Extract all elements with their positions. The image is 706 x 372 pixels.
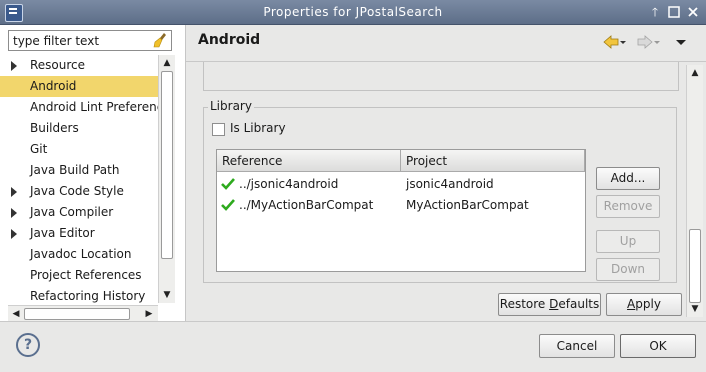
project-cell: jsonic4android <box>406 177 494 191</box>
scroll-down-arrow-icon[interactable]: ▼ <box>689 303 701 315</box>
close-icon[interactable] <box>685 4 701 20</box>
help-icon[interactable]: ? <box>16 333 40 357</box>
project-cell: MyActionBarCompat <box>406 198 529 212</box>
table-row[interactable]: ../jsonic4android jsonic4android <box>217 174 585 195</box>
tree-horizontal-scrollbar[interactable]: ◀ ▶ <box>8 305 158 322</box>
tree-item-android[interactable]: Android <box>0 76 158 97</box>
window-title: Properties for JPostalSearch <box>263 5 443 19</box>
tree-item-resource[interactable]: Resource <box>0 55 158 76</box>
expand-arrow-icon[interactable] <box>11 208 17 218</box>
scroll-right-arrow-icon[interactable]: ▶ <box>143 308 155 320</box>
is-library-label[interactable]: Is Library <box>230 121 286 135</box>
filter-input[interactable] <box>8 30 172 51</box>
tree-item-git[interactable]: Git <box>0 139 158 160</box>
library-group-label: Library <box>208 99 254 113</box>
tree-item-android-lint-preferences[interactable]: Android Lint Preferences <box>0 97 158 118</box>
view-menu-icon[interactable] <box>676 40 686 45</box>
title-bar: Properties for JPostalSearch 🡑 <box>0 0 706 25</box>
back-icon[interactable] <box>603 35 619 49</box>
down-button[interactable]: Down <box>596 258 660 281</box>
library-group: Library Is Library Reference Project ../… <box>203 99 677 283</box>
restore-defaults-button[interactable]: Restore Defaults <box>498 293 601 316</box>
expand-arrow-icon[interactable] <box>11 61 17 71</box>
column-header-reference[interactable]: Reference <box>217 150 401 172</box>
column-header-project[interactable]: Project <box>401 150 585 172</box>
dialog-button-bar: ? Cancel OK <box>0 322 706 372</box>
scroll-up-arrow-icon[interactable]: ▲ <box>161 57 173 69</box>
tree-item-builders[interactable]: Builders <box>0 118 158 139</box>
tree-item-javadoc-location[interactable]: Javadoc Location <box>0 244 158 265</box>
scroll-down-arrow-icon[interactable]: ▼ <box>161 289 173 301</box>
tree-item-project-references[interactable]: Project References <box>0 265 158 286</box>
scrollbar-thumb[interactable] <box>24 308 130 320</box>
maximize-icon[interactable] <box>666 4 682 20</box>
expand-arrow-icon[interactable] <box>11 187 17 197</box>
reference-cell: ../jsonic4android <box>239 177 339 191</box>
tree-item-refactoring-history[interactable]: Refactoring History <box>0 286 158 303</box>
scroll-left-arrow-icon[interactable]: ◀ <box>10 308 22 320</box>
reference-cell: ../MyActionBarCompat <box>239 198 374 212</box>
tree-item-java-build-path[interactable]: Java Build Path <box>0 160 158 181</box>
page-content: Library Is Library Reference Project ../… <box>186 62 686 321</box>
check-icon <box>221 199 235 211</box>
up-arrow-icon[interactable]: 🡑 <box>647 4 663 20</box>
table-row[interactable]: ../MyActionBarCompat MyActionBarCompat <box>217 195 585 216</box>
up-button[interactable]: Up <box>596 230 660 253</box>
is-library-checkbox[interactable] <box>212 123 225 136</box>
preferences-tree: Resource Android Android Lint Preference… <box>0 55 158 303</box>
forward-dropdown-icon[interactable] <box>654 41 660 44</box>
tree-item-java-compiler[interactable]: Java Compiler <box>0 202 158 223</box>
scrollbar-thumb[interactable] <box>689 229 701 303</box>
page-vertical-scrollbar[interactable]: ▲ ▼ <box>686 65 703 317</box>
tree-item-java-editor[interactable]: Java Editor <box>0 223 158 244</box>
property-page: Android Library Is Library Reference Pro… <box>186 25 706 321</box>
scrollbar-thumb[interactable] <box>161 71 173 259</box>
apply-button[interactable]: Apply <box>606 293 682 316</box>
library-reference-table[interactable]: Reference Project ../jsonic4android json… <box>216 149 586 272</box>
check-icon <box>221 178 235 190</box>
cancel-button[interactable]: Cancel <box>539 334 615 358</box>
ok-button[interactable]: OK <box>620 334 696 358</box>
previous-group-box <box>203 62 679 91</box>
tree-vertical-scrollbar[interactable]: ▲ ▼ <box>158 55 175 303</box>
forward-icon[interactable] <box>637 35 653 49</box>
scroll-up-arrow-icon[interactable]: ▲ <box>689 67 701 79</box>
add-button[interactable]: Add... <box>596 167 660 190</box>
page-title: Android <box>198 32 261 48</box>
expand-arrow-icon[interactable] <box>11 229 17 239</box>
clear-filter-icon[interactable] <box>153 32 169 48</box>
preferences-tree-panel: Resource Android Android Lint Preference… <box>0 25 185 322</box>
page-navigation <box>602 34 692 50</box>
back-dropdown-icon[interactable] <box>620 41 626 44</box>
tree-item-java-code-style[interactable]: Java Code Style <box>0 181 158 202</box>
remove-button[interactable]: Remove <box>596 195 660 218</box>
